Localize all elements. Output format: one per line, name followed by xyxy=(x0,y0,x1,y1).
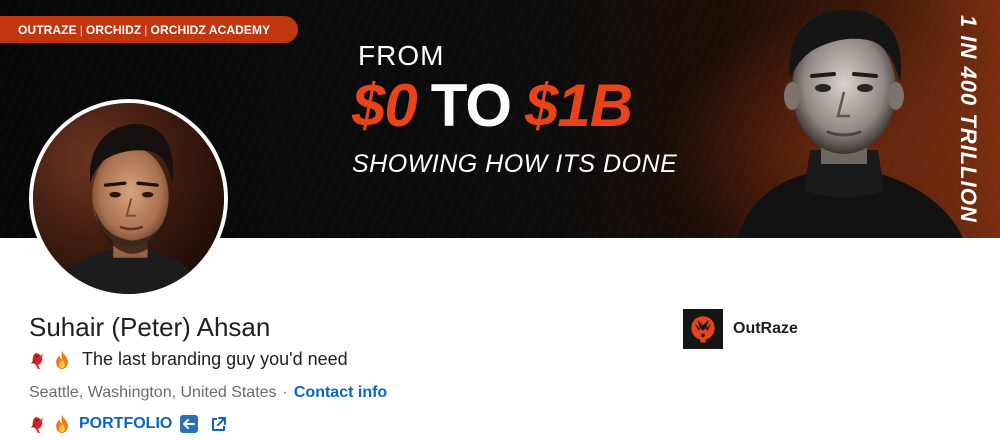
banner-subline: SHOWING HOW ITS DONE xyxy=(352,150,678,178)
vertical-slogan-text: 1 IN 400 TRILLION xyxy=(956,15,981,223)
portfolio-row: PORTFOLIO xyxy=(29,414,227,434)
amount-start: $0 xyxy=(352,72,418,139)
left-arrow-icon xyxy=(180,415,199,433)
banner-headline-amounts: $0 TO $1B xyxy=(352,72,633,139)
vertical-slogan: 1 IN 400 TRILLION xyxy=(948,4,988,234)
current-company[interactable]: OutRaze xyxy=(683,309,798,349)
fire-icon xyxy=(56,415,68,433)
brand-outraze: OUTRAZE xyxy=(18,22,77,37)
avatar-photo xyxy=(33,103,224,294)
location-text: Seattle, Washington, United States xyxy=(29,384,277,401)
profile-avatar[interactable] xyxy=(29,99,228,298)
fire-icon xyxy=(56,350,68,369)
brand-orchidz: ORCHIDZ xyxy=(85,22,142,37)
outraze-logo-icon xyxy=(683,309,723,349)
amount-end: $1B xyxy=(525,72,633,139)
company-name: OutRaze xyxy=(733,320,798,337)
banner-portrait xyxy=(738,9,963,238)
location-row: Seattle, Washington, United States · Con… xyxy=(29,384,387,402)
amount-to: TO xyxy=(430,72,512,139)
profile-name: Suhair (Peter) Ahsan xyxy=(29,312,271,342)
brand-tag: OUTRAZE | ORCHIDZ | ORCHIDZ ACADEMY xyxy=(0,16,298,43)
brand-orchidz-academy: ORCHIDZ ACADEMY xyxy=(150,22,271,37)
bird-icon xyxy=(31,352,44,369)
brand-separator: | xyxy=(144,22,148,37)
location-separator: · xyxy=(282,384,288,401)
portfolio-link[interactable]: PORTFOLIO xyxy=(79,415,172,433)
headline-text: The last branding guy you'd need xyxy=(82,349,348,369)
bird-icon xyxy=(31,417,44,433)
contact-info-link[interactable]: Contact info xyxy=(294,384,387,402)
banner-headline-from: FROM xyxy=(358,40,445,71)
external-link-icon[interactable] xyxy=(210,416,227,433)
brand-separator: | xyxy=(79,22,83,37)
profile-headline: The last branding guy you'd need xyxy=(29,349,348,370)
headline-emojis xyxy=(29,350,75,370)
